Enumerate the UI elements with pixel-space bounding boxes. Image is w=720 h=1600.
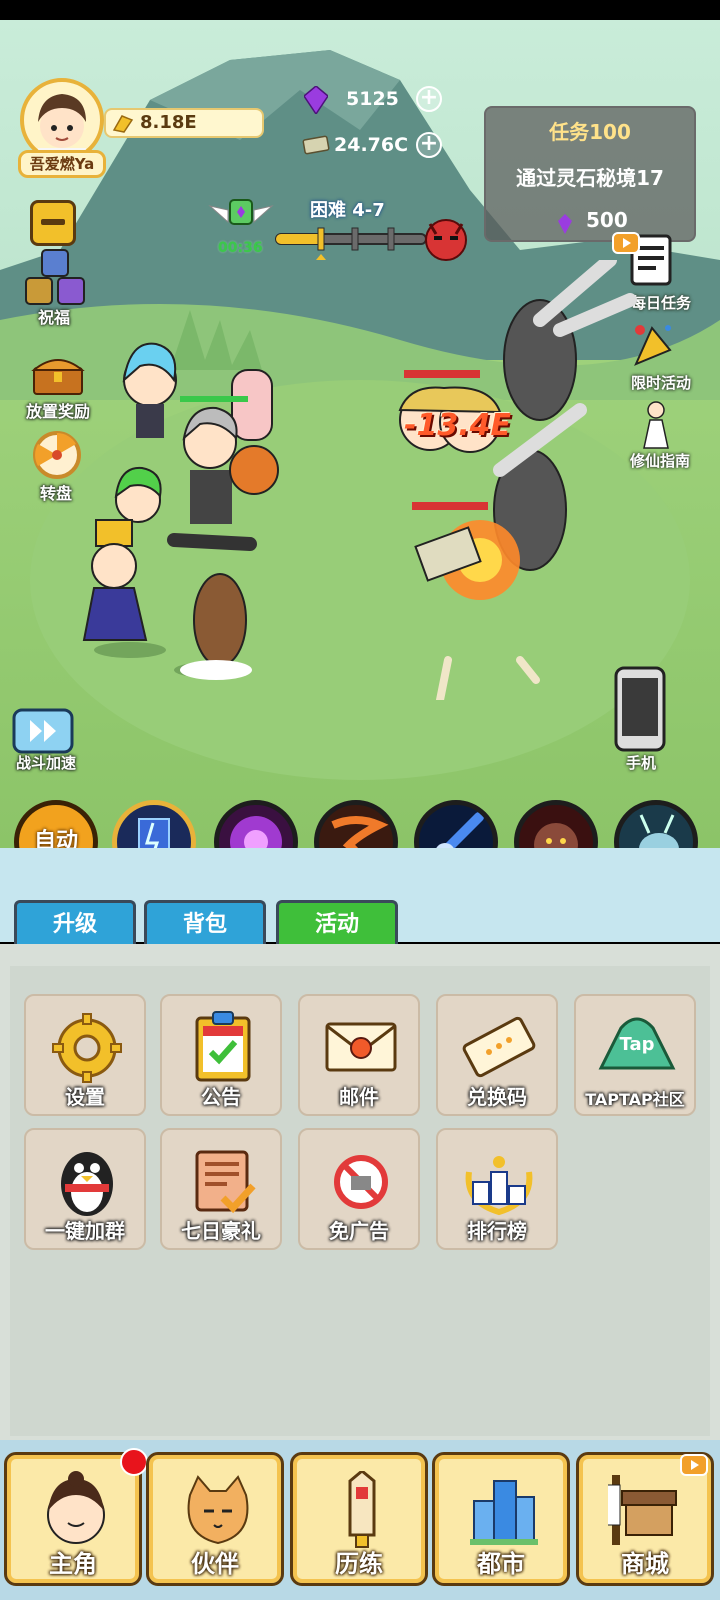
redeem-card[interactable]: 兑换码 xyxy=(436,994,558,1116)
collapse-button[interactable] xyxy=(30,200,76,246)
nav-city-label: 都市 xyxy=(477,1550,525,1578)
nav-partner[interactable]: 伙伴 xyxy=(146,1452,284,1586)
task-title: 任务100 xyxy=(549,120,631,144)
tab-bag[interactable]: 背包 xyxy=(144,900,266,946)
damage-number: -13.4E xyxy=(404,408,511,443)
mail-card[interactable]: 邮件 xyxy=(298,994,420,1116)
chest-timer: 00:36 xyxy=(218,240,263,256)
no-ads-label: 免广告 xyxy=(329,1219,389,1243)
nav-hero-label: 主角 xyxy=(49,1550,97,1578)
battle-speed-button[interactable]: 战斗加速 xyxy=(4,752,88,773)
clipboard-icon xyxy=(195,1011,251,1082)
tap-text: Tap xyxy=(620,1034,655,1055)
tab-activity[interactable]: 活动 xyxy=(276,900,398,946)
podium-icon xyxy=(465,1156,533,1216)
mail-label: 邮件 xyxy=(339,1085,379,1109)
blessing-icon xyxy=(25,249,85,305)
gem-icon xyxy=(558,214,572,234)
immortal-guide-icon xyxy=(643,401,669,449)
qq-group-card[interactable]: 一键加群 xyxy=(24,1128,146,1250)
gold-icon xyxy=(112,115,134,133)
ranking-card[interactable]: 排行榜 xyxy=(436,1128,558,1250)
calendar-tablet-icon xyxy=(348,1471,376,1548)
nav-shop-label: 商城 xyxy=(621,1550,669,1578)
phone-button[interactable]: 手机 xyxy=(598,752,684,773)
ranking-label: 排行榜 xyxy=(467,1219,527,1243)
player-name: 吾爱燃Ya xyxy=(18,150,106,178)
cat-icon xyxy=(187,1475,249,1545)
gear-icon xyxy=(52,1013,122,1083)
taptap-icon: Tap xyxy=(598,1017,676,1070)
task-panel[interactable]: 任务100 通过灵石秘境17 500 xyxy=(484,106,696,242)
shop-stall-icon xyxy=(608,1475,677,1545)
party-characters xyxy=(82,342,279,680)
settings-card[interactable]: 设置 xyxy=(24,994,146,1116)
redeem-label: 兑换码 xyxy=(467,1085,527,1109)
notice-label: 公告 xyxy=(201,1085,241,1109)
tab-upgrade[interactable]: 升级 xyxy=(14,900,136,946)
task-reward: 500 xyxy=(586,208,628,232)
ticket-icon xyxy=(462,1016,536,1078)
seven-day-label: 七日豪礼 xyxy=(181,1219,261,1243)
video-ad-icon xyxy=(680,1454,708,1476)
buildings-icon xyxy=(470,1480,538,1545)
task-description: 通过灵石秘境17 xyxy=(516,166,664,190)
nav-partner-label: 伙伴 xyxy=(191,1550,239,1578)
enemy-group xyxy=(398,260,637,700)
nav-training[interactable]: 历练 xyxy=(290,1452,428,1586)
hero-avatar-icon xyxy=(47,1471,105,1544)
add-cash-button[interactable]: + xyxy=(416,132,442,158)
cash-icon xyxy=(302,135,330,155)
gem-icon xyxy=(304,86,328,114)
taptap-card[interactable]: Tap TAPTAP社区 xyxy=(574,994,696,1116)
battle-scene: 吾爱燃Ya 8.18E 5125 + 24.76C + 困难 4-7 00:36… xyxy=(0,20,720,850)
penguin-icon xyxy=(61,1152,113,1216)
gold-value: 8.18E xyxy=(140,112,197,133)
no-ads-icon xyxy=(334,1155,388,1209)
avatar-face-icon xyxy=(38,94,86,158)
status-bar xyxy=(0,0,720,20)
nav-city[interactable]: 都市 xyxy=(432,1452,570,1586)
nav-training-label: 历练 xyxy=(335,1550,383,1578)
nav-hero[interactable]: 主角 xyxy=(4,1452,142,1586)
seven-day-card[interactable]: 七日豪礼 xyxy=(160,1128,282,1250)
cash-counter: 24.76C + xyxy=(300,128,450,162)
winged-chest-icon[interactable] xyxy=(206,196,276,236)
notice-card[interactable]: 公告 xyxy=(160,994,282,1116)
no-ads-card[interactable]: 免广告 xyxy=(298,1128,420,1250)
fast-forward-icon xyxy=(12,708,74,754)
envelope-icon xyxy=(325,1022,397,1072)
notification-dot xyxy=(120,1448,148,1476)
gold-counter: 8.18E xyxy=(104,108,264,138)
taptap-label: TAPTAP社区 xyxy=(585,1090,685,1109)
scroll-checklist-icon xyxy=(195,1150,256,1214)
gem-counter: 5125 + xyxy=(300,82,450,116)
gem-value: 5125 xyxy=(346,88,399,110)
minus-icon xyxy=(41,219,65,225)
video-ad-icon xyxy=(612,232,640,254)
settings-label: 设置 xyxy=(65,1085,105,1109)
add-gems-button[interactable]: + xyxy=(416,86,442,112)
cash-value: 24.76C xyxy=(334,134,409,156)
qq-group-label: 一键加群 xyxy=(45,1219,125,1243)
